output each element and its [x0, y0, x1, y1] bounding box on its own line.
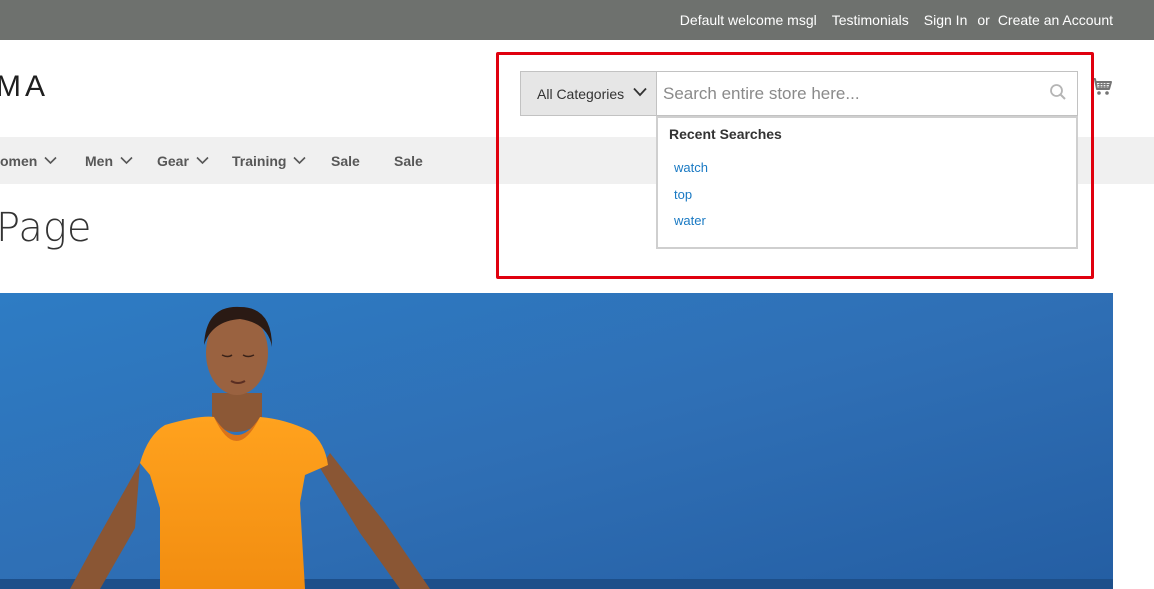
nav-item-label: omen — [0, 152, 38, 169]
welcome-message: Default welcome msgl — [679, 12, 817, 28]
top-bar: Default welcome msgl Testimonials Sign I… — [0, 0, 1154, 40]
cart-icon[interactable] — [1091, 76, 1113, 98]
sign-in-link[interactable]: Sign In — [924, 12, 968, 28]
logo[interactable]: MA — [0, 70, 49, 104]
chevron-down-icon — [120, 156, 133, 165]
create-account-link[interactable]: Create an Account — [998, 12, 1113, 28]
nav-item-training[interactable]: Training — [232, 137, 307, 184]
category-select-value: All Categories — [537, 85, 625, 102]
testimonials-link[interactable]: Testimonials — [832, 12, 909, 28]
nav-item-label: Gear — [157, 152, 189, 169]
recent-search-item[interactable]: water — [674, 213, 706, 228]
nav-item-gear[interactable]: Gear — [157, 137, 209, 184]
category-select[interactable]: All Categories — [520, 71, 657, 116]
search-input[interactable] — [657, 72, 1037, 115]
nav-item-men[interactable]: Men — [85, 137, 133, 184]
nav-item-label: Training — [232, 152, 287, 169]
nav-item-label: Sale — [331, 152, 360, 169]
nav-item-label: Sale — [394, 152, 423, 169]
chevron-down-icon — [293, 156, 307, 165]
header-links: Default welcome msgl Testimonials Sign I… — [680, 0, 1113, 40]
or-text: or — [977, 12, 990, 28]
nav-item-sale-2[interactable]: Sale — [394, 137, 423, 184]
hero-banner-image[interactable] — [0, 293, 1113, 589]
search-icon[interactable] — [1049, 83, 1067, 101]
page-title: Page — [0, 205, 92, 251]
recent-search-item[interactable]: watch — [674, 160, 708, 175]
recent-searches-dropdown: Recent Searches watch top water — [656, 116, 1078, 249]
nav-item-sale[interactable]: Sale — [331, 137, 360, 184]
search-box — [656, 71, 1078, 116]
recent-searches-header: Recent Searches — [669, 126, 782, 142]
nav-item-label: Men — [85, 152, 113, 169]
nav-item-women[interactable]: omen — [0, 137, 57, 184]
recent-search-item[interactable]: top — [674, 187, 692, 202]
chevron-down-icon — [44, 156, 57, 165]
chevron-down-icon — [196, 156, 209, 165]
chevron-down-icon — [633, 87, 647, 97]
